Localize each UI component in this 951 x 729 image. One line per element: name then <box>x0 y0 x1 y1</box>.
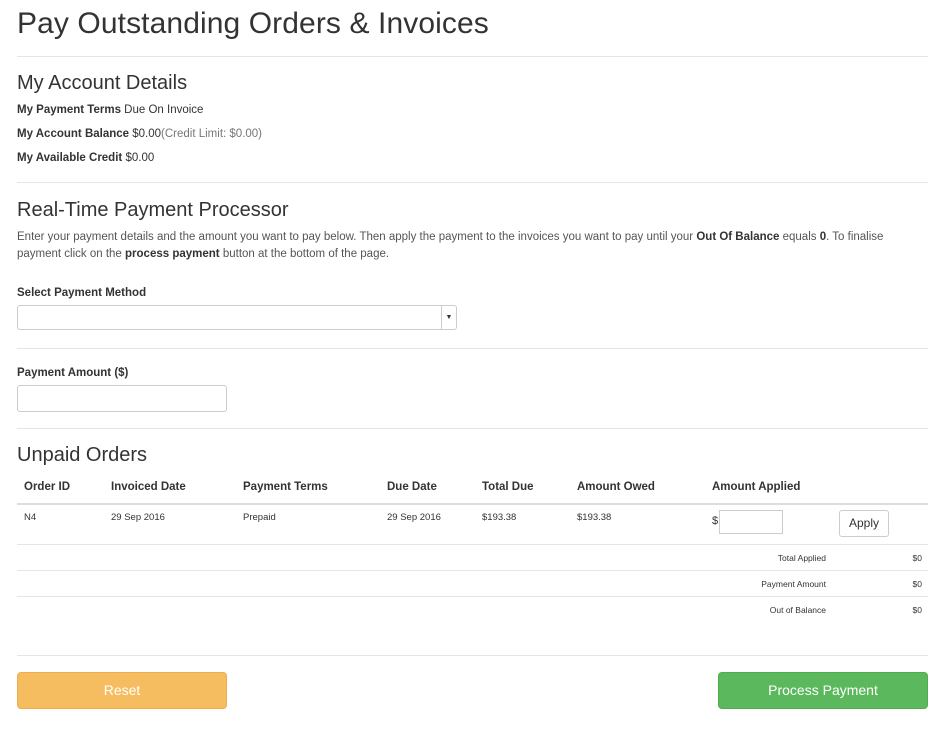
process-payment-button[interactable]: Process Payment <box>718 672 928 709</box>
instruction-emphasis: Out Of Balance <box>696 231 780 243</box>
account-balance-row: My Account Balance $0.00(Credit Limit: $… <box>17 128 262 140</box>
column-header-invoiced-date: Invoiced Date <box>111 481 186 493</box>
page-title: Pay Outstanding Orders & Invoices <box>17 7 489 40</box>
divider <box>17 570 928 571</box>
payment-instructions: Enter your payment details and the amoun… <box>17 229 927 263</box>
column-header-payment-terms: Payment Terms <box>243 481 328 493</box>
invoiced-date-cell: 29 Sep 2016 <box>111 512 165 523</box>
amount-owed-cell: $193.38 <box>577 512 612 523</box>
payment-processor-heading: Real-Time Payment Processor <box>17 199 289 221</box>
column-header-due-date: Due Date <box>387 481 437 493</box>
column-header-total-due: Total Due <box>482 481 534 493</box>
payment-amount-input[interactable] <box>17 385 227 412</box>
payment-amount-summary-label: Payment Amount <box>761 579 826 589</box>
total-applied-label: Total Applied <box>777 553 826 563</box>
column-header-order-id: Order ID <box>24 481 71 493</box>
apply-button[interactable]: Apply <box>839 510 889 537</box>
payment-method-label: Select Payment Method <box>17 287 147 299</box>
currency-symbol: $ <box>712 515 719 527</box>
payment-terms-row: My Payment Terms Due On Invoice <box>17 104 203 116</box>
instruction-emphasis: process payment <box>125 248 220 260</box>
column-header-amount-owed: Amount Owed <box>577 481 655 493</box>
out-of-balance-label: Out of Balance <box>769 605 826 615</box>
column-header-amount-applied: Amount Applied <box>712 481 801 493</box>
total-applied-value: $0 <box>912 553 922 563</box>
instruction-text: button at the bottom of the page. <box>219 248 390 260</box>
available-credit-label: My Available Credit <box>17 152 123 164</box>
out-of-balance-value: $0 <box>912 605 922 615</box>
instruction-text: Enter your payment details and the amoun… <box>17 231 697 243</box>
account-balance-value: $0.00 <box>132 128 162 140</box>
credit-limit: (Credit Limit: $0.00) <box>161 128 263 140</box>
unpaid-orders-heading: Unpaid Orders <box>17 444 148 466</box>
payment-terms-label: My Payment Terms <box>17 104 121 116</box>
payment-amount-label: Payment Amount ($) <box>17 367 129 379</box>
payment-amount-summary-value: $0 <box>912 579 922 589</box>
available-credit-value: $0.00 <box>125 152 155 164</box>
divider <box>17 428 928 429</box>
available-credit-row: My Available Credit $0.00 <box>17 152 154 164</box>
payment-method-select[interactable]: ▼ <box>17 305 457 330</box>
total-due-cell: $193.38 <box>482 512 517 523</box>
chevron-down-icon: ▼ <box>441 306 456 329</box>
account-details-heading: My Account Details <box>17 72 188 94</box>
payment-terms-cell: Prepaid <box>243 512 276 523</box>
divider <box>17 655 928 656</box>
divider <box>17 544 928 545</box>
table-header-divider <box>17 503 928 505</box>
order-id-cell: N4 <box>24 512 37 523</box>
due-date-cell: 29 Sep 2016 <box>387 512 441 523</box>
divider <box>17 56 928 57</box>
divider <box>17 182 928 183</box>
payment-terms-value: Due On Invoice <box>124 104 204 116</box>
amount-applied-input[interactable] <box>719 510 783 534</box>
reset-button[interactable]: Reset <box>17 672 227 709</box>
account-balance-label: My Account Balance <box>17 128 130 140</box>
divider <box>17 596 928 597</box>
divider <box>17 348 928 349</box>
instruction-text: equals <box>779 231 820 243</box>
